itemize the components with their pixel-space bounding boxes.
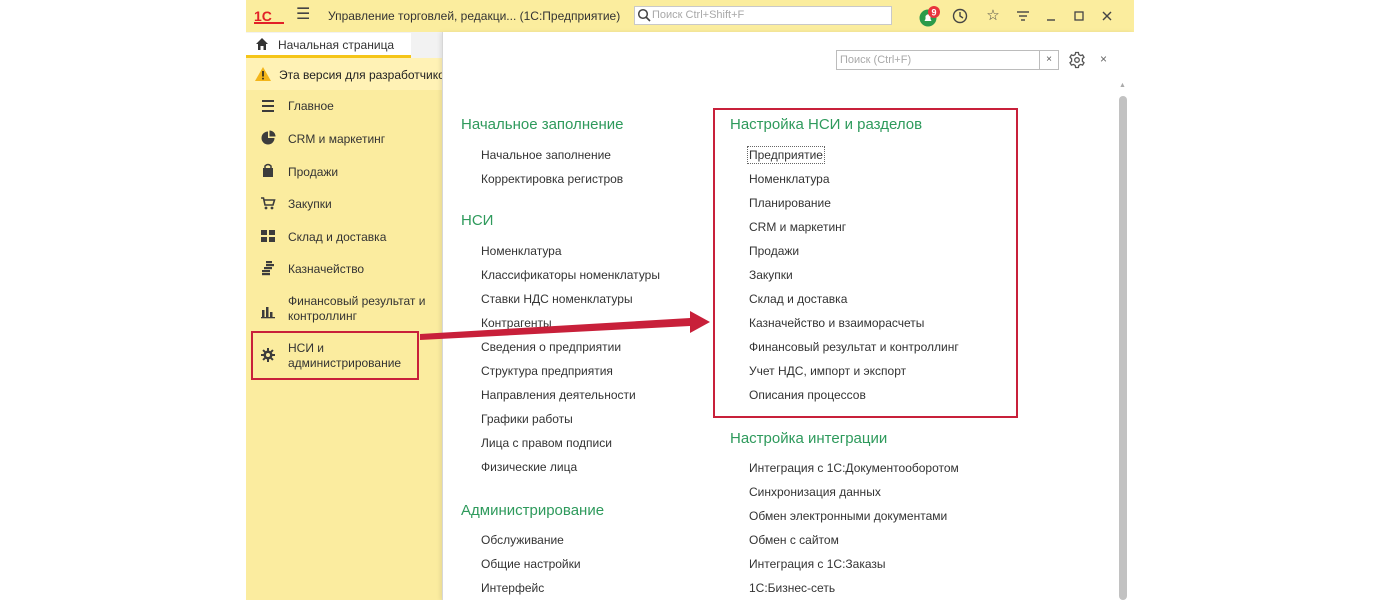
warning-icon [255, 67, 271, 81]
favorites-star-icon[interactable]: ☆ [984, 7, 1002, 25]
shopping-bag-icon [263, 163, 273, 177]
panel-close-button[interactable]: × [1100, 52, 1107, 66]
section-heading-administration: Администрирование [461, 502, 605, 519]
notifications-bell-icon[interactable]: 9 [919, 6, 941, 28]
link-process-descriptions[interactable]: Описания процессов [749, 388, 866, 402]
link-company-structure[interactable]: Структура предприятия [481, 364, 613, 378]
search-icon [637, 8, 651, 22]
tab-home-page[interactable]: Начальная страница [246, 33, 411, 58]
history-icon[interactable] [951, 7, 969, 25]
link-nomenclature-settings[interactable]: Номенклатура [749, 172, 830, 186]
scroll-up-icon[interactable]: ▲ [1119, 82, 1126, 89]
1c-logo-icon: 1С [254, 8, 284, 24]
app-title: Управление торговлей, редакци... (1С:Пре… [328, 9, 621, 23]
link-vat-rates[interactable]: Ставки НДС номенклатуры [481, 292, 633, 306]
warning-text: Эта версия для разработчиков [279, 68, 442, 82]
link-warehouse-settings[interactable]: Склад и доставка [749, 292, 847, 306]
link-signatories[interactable]: Лица с правом подписи [481, 436, 612, 450]
link-company-info[interactable]: Сведения о предприятии [481, 340, 621, 354]
section-heading-nsi-settings: Настройка НСИ и разделов [730, 116, 923, 133]
section-heading-nsi: НСИ [461, 212, 494, 229]
tab-home-label: Начальная страница [278, 38, 395, 52]
sidebar-item-label: Склад и доставка [288, 230, 387, 244]
minimize-icon[interactable] [1042, 7, 1060, 25]
notification-count: 9 [931, 8, 936, 18]
list-icon [262, 100, 274, 112]
sidebar-item-label: Продажи [288, 165, 339, 179]
link-work-schedules[interactable]: Графики работы [481, 412, 573, 426]
global-search-placeholder: Поиск Ctrl+Shift+F [652, 9, 745, 21]
link-crm-settings[interactable]: CRM и маркетинг [749, 220, 846, 234]
link-initial-fill[interactable]: Начальное заполнение [481, 148, 611, 162]
link-nomenclature[interactable]: Номенклатура [481, 244, 562, 258]
link-business-areas[interactable]: Направления деятельности [481, 388, 636, 402]
global-search-input[interactable]: Поиск Ctrl+Shift+F [634, 6, 892, 25]
link-nomenclature-classifiers[interactable]: Классификаторы номенклатуры [481, 268, 660, 282]
link-purchases-settings[interactable]: Закупки [749, 268, 793, 282]
panel-search-placeholder: Поиск (Ctrl+F) [840, 54, 912, 66]
panel-search-input[interactable]: Поиск (Ctrl+F) [836, 50, 1040, 70]
link-financial-result-settings[interactable]: Финансовый результат и контроллинг [749, 340, 959, 354]
link-individuals[interactable]: Физические лица [481, 460, 577, 474]
scrollbar-thumb[interactable] [1119, 96, 1127, 600]
link-website-exchange[interactable]: Обмен с сайтом [749, 533, 839, 547]
pie-chart-icon [261, 130, 276, 145]
home-icon [256, 38, 268, 50]
settings-menu-icon[interactable] [1014, 7, 1032, 25]
sidebar-item-label: Казначейство [288, 262, 365, 276]
main-menu-icon[interactable]: ☰ [296, 6, 310, 24]
link-planning[interactable]: Планирование [749, 196, 831, 210]
link-general-settings[interactable]: Общие настройки [481, 557, 581, 571]
sidebar-item-financial-result[interactable]: Финансовый результат и контроллинг [246, 293, 442, 325]
developer-version-warning: Эта версия для разработчиков [246, 58, 442, 91]
link-business-network[interactable]: 1С:Бизнес-сеть [749, 581, 835, 595]
link-counterparties[interactable]: Контрагенты [481, 316, 552, 330]
link-maintenance[interactable]: Обслуживание [481, 533, 564, 547]
section-heading-integration: Настройка интеграции [730, 430, 888, 447]
settings-gear-icon[interactable] [1068, 51, 1086, 69]
coins-icon [262, 261, 274, 276]
sidebar-item-label: Закупки [288, 197, 332, 211]
cart-icon [261, 197, 276, 210]
link-treasury-settings[interactable]: Казначейство и взаиморасчеты [749, 316, 924, 330]
link-docflow-integration[interactable]: Интеграция с 1С:Документооборотом [749, 461, 959, 475]
link-vat-import-export[interactable]: Учет НДС, импорт и экспорт [749, 364, 906, 378]
sidebar-item-crm[interactable]: CRM и маркетинг [246, 130, 442, 146]
section-panel: Поиск (Ctrl+F) × × ▲ Начальное заполнени… [442, 32, 1134, 600]
sections-sidebar: Главное CRM и маркетинг Продажи Закупки … [246, 90, 442, 600]
sidebar-item-label: CRM и маркетинг [288, 132, 386, 146]
link-data-sync[interactable]: Синхронизация данных [749, 485, 881, 499]
title-bar: 1С ☰ Управление торговлей, редакци... (1… [246, 0, 1134, 33]
svg-text:1С: 1С [254, 8, 272, 24]
link-sales-settings[interactable]: Продажи [749, 244, 799, 258]
link-interface[interactable]: Интерфейс [481, 581, 544, 595]
section-heading-initial-fill: Начальное заполнение [461, 116, 624, 133]
highlight-box-nsi-admin [251, 331, 419, 380]
panel-scrollbar[interactable]: ▲ [1119, 82, 1127, 600]
sidebar-item-label: Главное [288, 99, 334, 113]
sidebar-item-warehouse[interactable]: Склад и доставка [246, 228, 442, 244]
sidebar-item-main[interactable]: Главное [246, 98, 442, 114]
warehouse-icon [261, 230, 275, 242]
maximize-icon[interactable] [1070, 7, 1088, 25]
sidebar-item-label: Финансовый результат и контроллинг [288, 294, 426, 323]
sidebar-item-treasury[interactable]: Казначейство [246, 260, 442, 276]
bar-chart-icon [261, 307, 275, 319]
sidebar-item-purchases[interactable]: Закупки [246, 195, 442, 211]
link-register-correction[interactable]: Корректировка регистров [481, 172, 623, 186]
app-window: 1С ☰ Управление торговлей, редакци... (1… [246, 0, 1134, 600]
link-enterprise[interactable]: Предприятие [747, 146, 825, 164]
search-clear-button[interactable]: × [1040, 50, 1059, 70]
link-orders-integration[interactable]: Интеграция с 1С:Заказы [749, 557, 886, 571]
link-edi-exchange[interactable]: Обмен электронными документами [749, 509, 947, 523]
sidebar-item-sales[interactable]: Продажи [246, 163, 442, 179]
close-window-icon[interactable] [1098, 7, 1116, 25]
